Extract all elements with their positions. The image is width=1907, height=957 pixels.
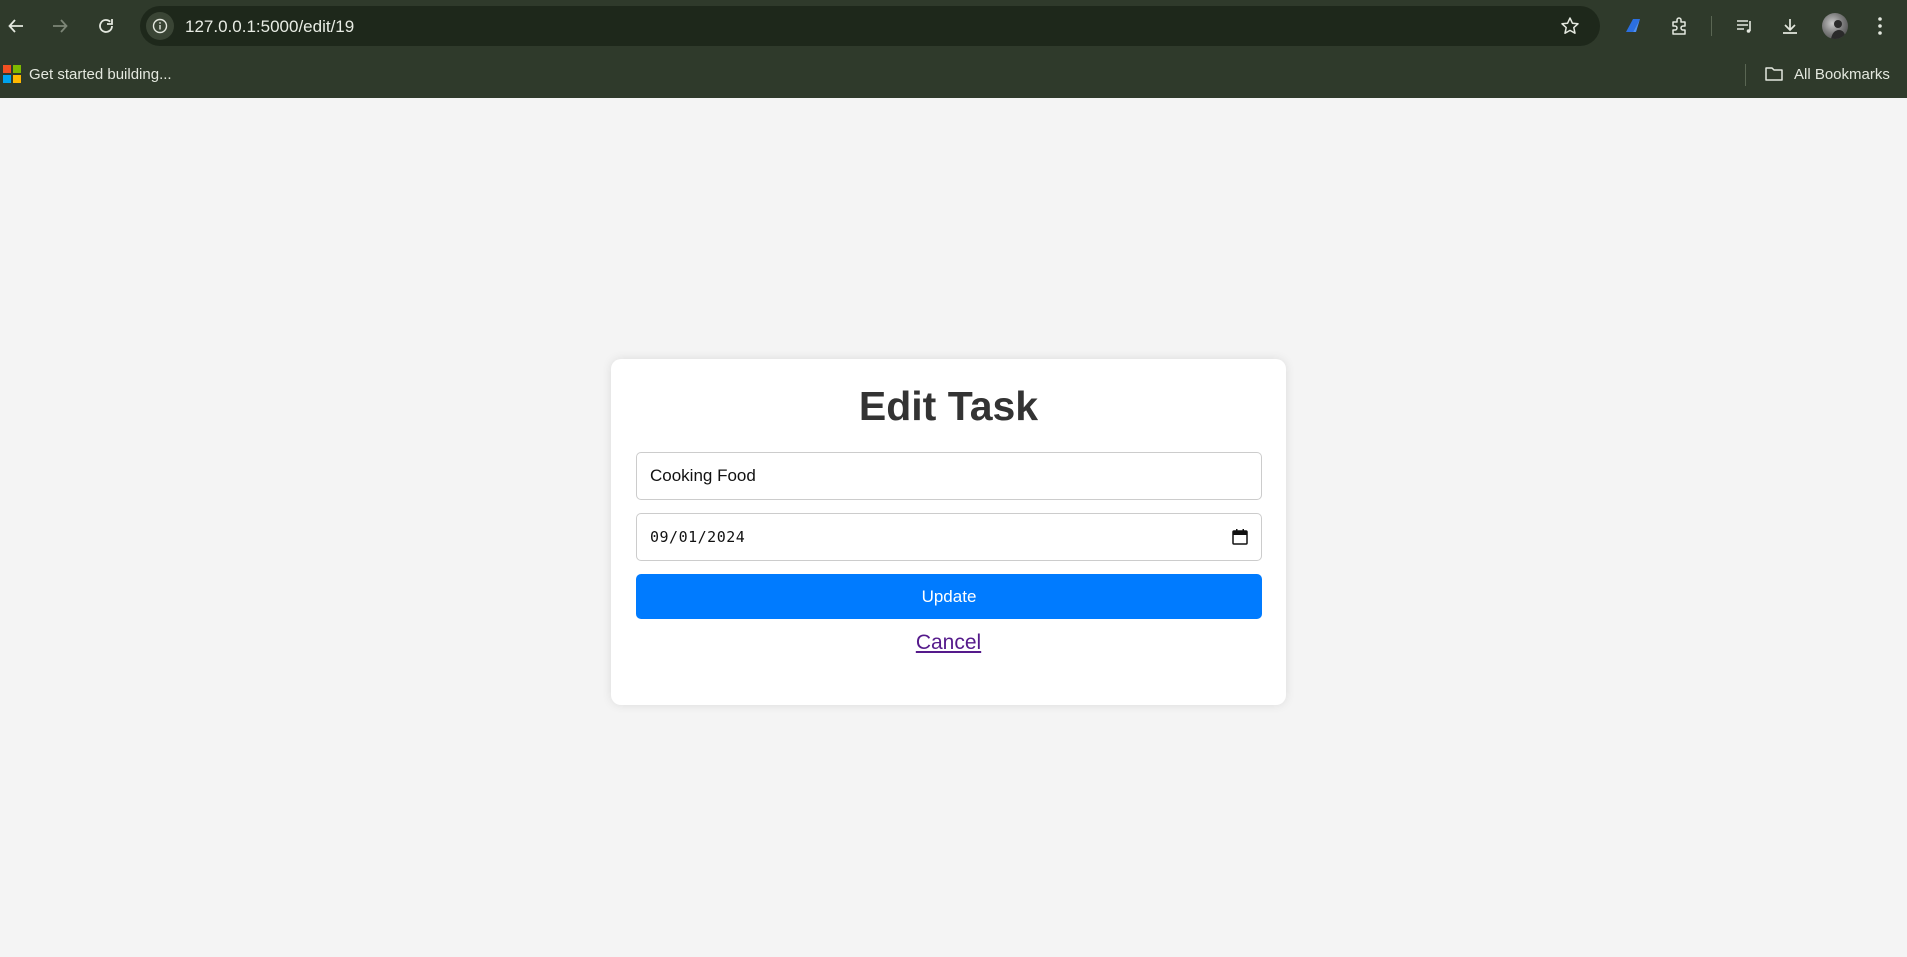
microsoft-logo-icon (3, 65, 21, 83)
bookmark-get-started[interactable]: Get started building... (3, 62, 172, 86)
address-bar[interactable]: 127.0.0.1:5000/edit/19 (140, 6, 1600, 46)
task-name-value: Cooking Food (650, 466, 756, 485)
toolbar-divider (1711, 16, 1712, 36)
page-body: Edit Task Cooking Food 09/01/2024 Update… (0, 98, 1907, 957)
puzzle-icon (1672, 17, 1686, 35)
due-date-input[interactable]: 09/01/2024 (636, 513, 1262, 561)
downloads-button[interactable] (1777, 13, 1803, 39)
reading-list-icon (1737, 20, 1751, 33)
all-bookmarks-label: All Bookmarks (1794, 65, 1890, 83)
folder-icon (1765, 67, 1783, 81)
cancel-link-text[interactable]: Cancel (916, 631, 981, 654)
info-icon (152, 18, 168, 34)
browser-chrome: 127.0.0.1:5000/edit/19 Get started build… (0, 0, 1907, 98)
forward-arrow-icon (53, 19, 68, 33)
browser-toolbar: 127.0.0.1:5000/edit/19 (0, 0, 1907, 52)
copilot-icon (1626, 19, 1640, 32)
reading-list-button[interactable] (1732, 13, 1758, 39)
avatar-icon (1831, 20, 1846, 39)
task-name-input[interactable]: Cooking Food (636, 452, 1262, 500)
update-button[interactable]: Update (636, 574, 1262, 619)
back-button[interactable] (2, 12, 30, 40)
reload-icon (99, 19, 113, 33)
cancel-link: Cancel (611, 631, 1286, 655)
reload-button[interactable] (92, 12, 120, 40)
extensions-button[interactable] (1666, 13, 1692, 39)
bookmarks-bar: Get started building... All Bookmarks (0, 52, 1907, 98)
page-title: Edit Task (858, 383, 1039, 429)
star-icon (1561, 17, 1579, 34)
calendar-icon[interactable] (1231, 528, 1249, 546)
all-bookmarks-button[interactable]: All Bookmarks (1764, 62, 1890, 86)
back-arrow-icon (8, 19, 23, 33)
bookmark-star-button[interactable] (1558, 14, 1582, 38)
site-info-button[interactable] (146, 12, 174, 40)
browser-menu-button[interactable] (1867, 13, 1893, 39)
forward-button[interactable] (46, 12, 74, 40)
edit-task-card: Edit Task Cooking Food 09/01/2024 Update… (611, 359, 1286, 705)
kebab-menu-icon (1878, 17, 1882, 35)
url-text[interactable]: 127.0.0.1:5000/edit/19 (185, 17, 354, 37)
download-icon (1783, 19, 1797, 34)
due-date-value: 09/01/2024 (650, 528, 746, 546)
bookmarks-divider (1745, 64, 1746, 86)
bookmark-label: Get started building... (29, 65, 172, 83)
profile-avatar[interactable] (1822, 13, 1848, 39)
copilot-button[interactable] (1620, 13, 1646, 39)
